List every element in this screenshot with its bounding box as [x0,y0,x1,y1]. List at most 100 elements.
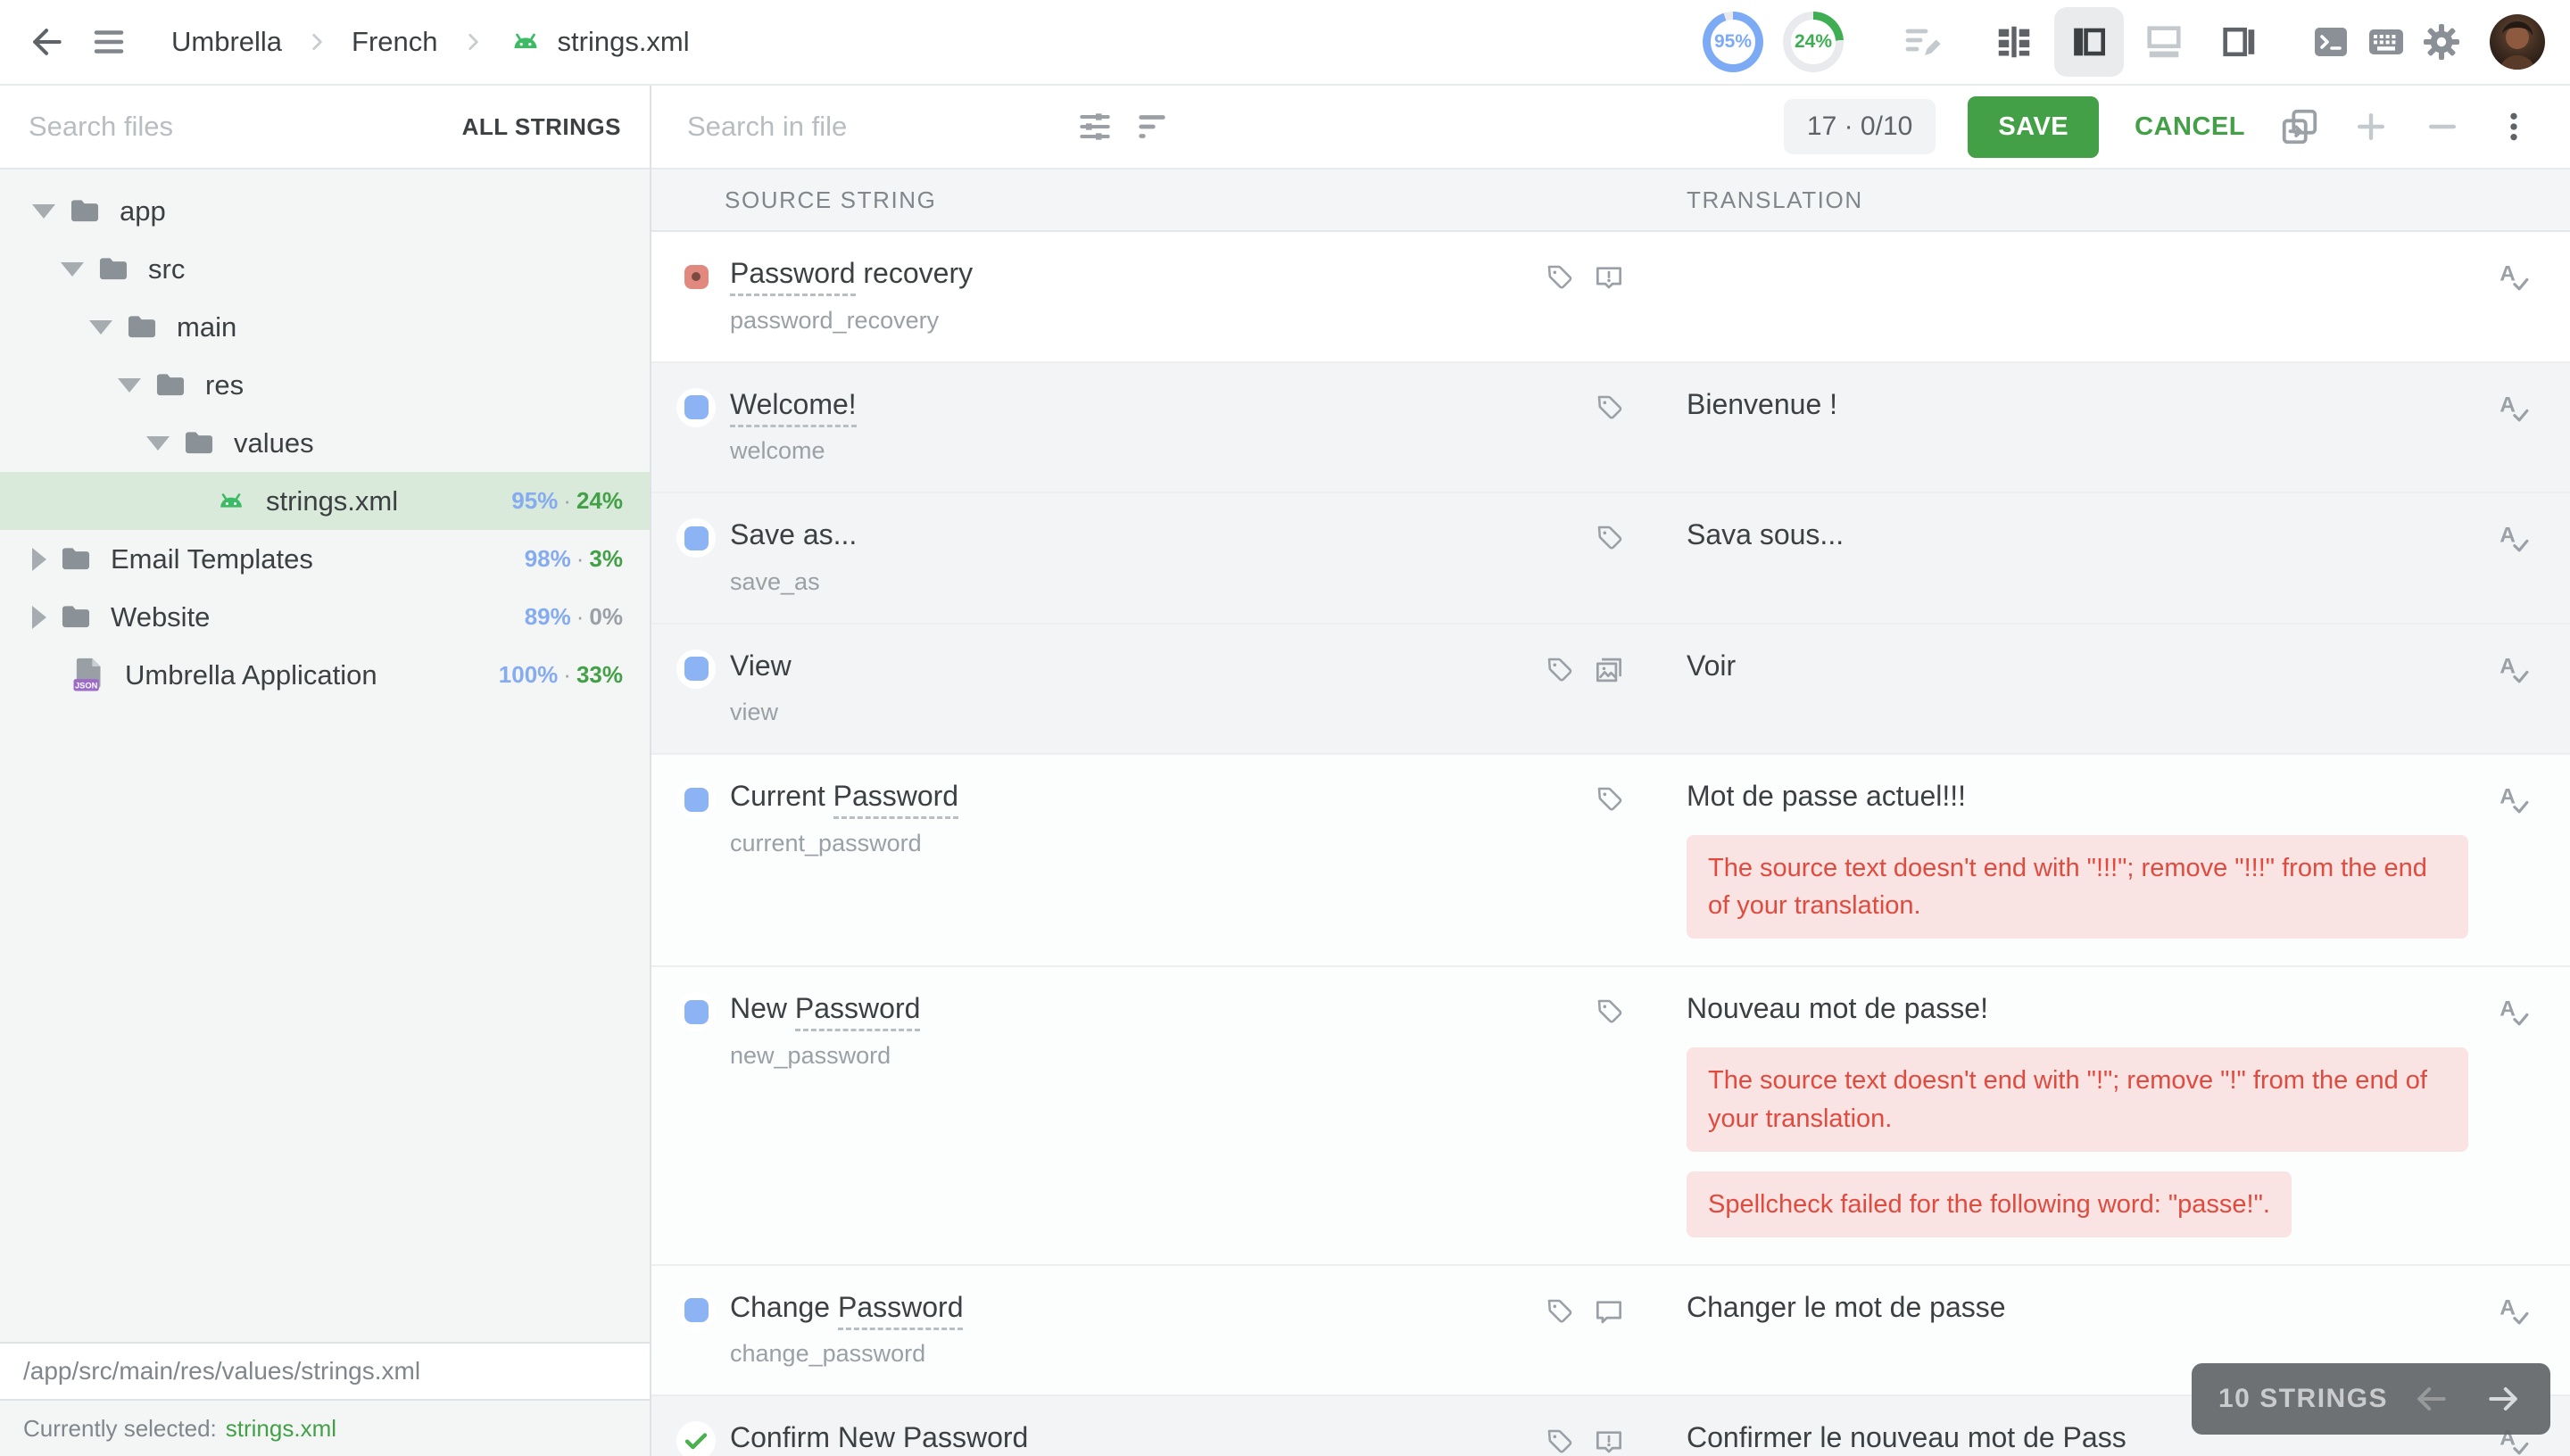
search-in-file-input[interactable] [687,111,1071,143]
copy-source-button[interactable] [2276,103,2324,151]
spellcheck-icon[interactable]: A [2495,388,2533,430]
folder-icon [68,194,102,228]
string-row-welcome[interactable]: Welcome!welcomeBienvenue !A [651,363,2570,494]
spellcheck-icon[interactable]: A [2495,257,2533,299]
string-row-view[interactable]: ViewviewVoirA [651,625,2570,756]
android-icon [508,24,543,60]
translation-cell[interactable]: Sava sous...A [1651,493,2570,623]
display-settings-button[interactable] [1071,103,1119,151]
more-options-button[interactable] [2490,103,2538,151]
tree-item-label: Umbrella Application [125,659,377,691]
tree-item-main[interactable]: main [0,298,650,356]
avatar[interactable] [2490,14,2545,70]
svg-text:A: A [2500,1295,2516,1320]
translation-cell[interactable]: A [1651,232,2570,361]
tree-item-website[interactable]: Website89%·0% [0,588,650,646]
collapse-arrow-icon[interactable] [32,548,46,571]
string-row-save_as[interactable]: Save as...save_asSava sous...A [651,493,2570,625]
comment-icon[interactable] [1592,1295,1626,1328]
tree-item-email-templates[interactable]: Email Templates98%·3% [0,530,650,588]
arrow-right-icon [2484,1379,2524,1419]
zoom-in-button[interactable] [2347,103,2395,151]
translation-cell[interactable]: Nouveau mot de passe!The source text doe… [1651,967,2570,1263]
tag-icon[interactable] [1594,522,1626,554]
tag-icon[interactable] [1594,783,1626,815]
file-progress-stats: 100%·33% [481,661,623,689]
expand-arrow-icon[interactable] [89,320,112,335]
all-strings-button[interactable]: ALL STRINGS [462,113,621,141]
file-progress-stats: 89%·0% [507,603,623,631]
translated-progress-value: 95% [1711,20,1755,64]
cancel-button[interactable]: CANCEL [2135,112,2245,142]
keyboard-shortcuts-button[interactable] [2365,21,2408,63]
tag-icon[interactable] [1544,261,1576,294]
approved-progress-ring[interactable]: 24% [1783,12,1844,72]
breadcrumb-file-label: strings.xml [558,26,690,58]
save-button[interactable]: SAVE [1968,96,2099,158]
svg-text:A: A [2500,997,2516,1022]
view-mode-side-by-side-button[interactable] [2054,7,2124,77]
tree-item-values[interactable]: values [0,414,650,472]
spellcheck-icon[interactable]: A [2495,780,2533,822]
tree-item-src[interactable]: src [0,240,650,298]
translation-text: Mot de passe actuel!!! [1687,778,2463,815]
console-button[interactable] [2309,21,2352,63]
string-row-password_recovery[interactable]: Password recoverypassword_recovery A [651,232,2570,363]
tree-item-res[interactable]: res [0,356,650,414]
spellcheck-icon[interactable]: A [2495,518,2533,560]
screenshot-icon[interactable] [1592,653,1626,687]
unresolved-issue-icon[interactable] [1592,1425,1626,1456]
translation-cell[interactable]: Bienvenue !A [1651,363,2570,492]
folder-icon [96,252,130,286]
menu-button[interactable] [87,21,130,63]
tag-icon[interactable] [1594,392,1626,424]
view-mode-right-panel-button[interactable] [2204,7,2274,77]
zoom-out-button[interactable] [2418,103,2466,151]
pagination-next-button[interactable] [2484,1379,2524,1419]
qa-error-message: The source text doesn't end with "!"; re… [1687,1047,2468,1151]
filter-icon [1132,107,1172,146]
filter-strings-button[interactable] [1128,103,1176,151]
expand-arrow-icon[interactable] [32,204,55,219]
back-button[interactable] [25,21,68,63]
spellcheck-icon[interactable]: A [2495,1291,2533,1333]
breadcrumb-project[interactable]: Umbrella [171,26,282,58]
spellcheck-icon[interactable]: A [2495,992,2533,1034]
tag-icon[interactable] [1544,1426,1576,1456]
terminology-term: Password [730,257,856,296]
tag-icon[interactable] [1544,1295,1576,1328]
source-cell: Password recoverypassword_recovery [651,232,1651,361]
unresolved-issue-icon[interactable] [1592,261,1626,294]
string-row-current_password[interactable]: Current Passwordcurrent_passwordMot de p… [651,755,2570,967]
status-untranslated-icon [676,518,716,558]
expand-arrow-icon[interactable] [146,436,170,451]
tree-item-umbrella-application[interactable]: JSONUmbrella Application100%·33% [0,646,650,704]
string-key: change_password [730,1340,1531,1368]
spellcheck-icon[interactable]: A [2495,649,2533,691]
currently-selected-file-link[interactable]: strings.xml [226,1415,336,1443]
kebab-menu-icon [2496,109,2532,145]
breadcrumb-language[interactable]: French [352,26,437,58]
source-string-text: Change Password [730,1289,1531,1327]
tag-icon[interactable] [1594,996,1626,1028]
tree-item-strings-xml[interactable]: strings.xml95%·24% [0,472,650,530]
pagination-prev-button[interactable] [2411,1379,2450,1419]
translation-cell[interactable]: VoirA [1651,625,2570,754]
breadcrumb-file[interactable]: strings.xml [508,24,690,60]
view-mode-bottom-panel-button[interactable] [2129,7,2199,77]
tag-icon[interactable] [1544,654,1576,686]
translation-cell[interactable]: Mot de passe actuel!!!The source text do… [1651,755,2570,965]
tree-item-app[interactable]: app [0,182,650,240]
string-row-new_password[interactable]: New Passwordnew_passwordNouveau mot de p… [651,967,2570,1265]
expand-arrow-icon[interactable] [118,378,141,393]
string-indicator-icons [1531,653,1626,687]
view-mode-table-button[interactable] [1979,7,2049,77]
file-tree: appsrcmainresvaluesstrings.xml95%·24%Ema… [0,170,650,1342]
expand-arrow-icon[interactable] [61,262,84,277]
settings-button[interactable] [2420,21,2463,63]
collapse-arrow-icon[interactable] [32,606,46,629]
terminology-term: Password [833,780,959,819]
search-files-input[interactable] [29,111,462,143]
translated-progress-ring[interactable]: 95% [1703,12,1763,72]
tasks-edit-button[interactable] [1901,21,1944,63]
